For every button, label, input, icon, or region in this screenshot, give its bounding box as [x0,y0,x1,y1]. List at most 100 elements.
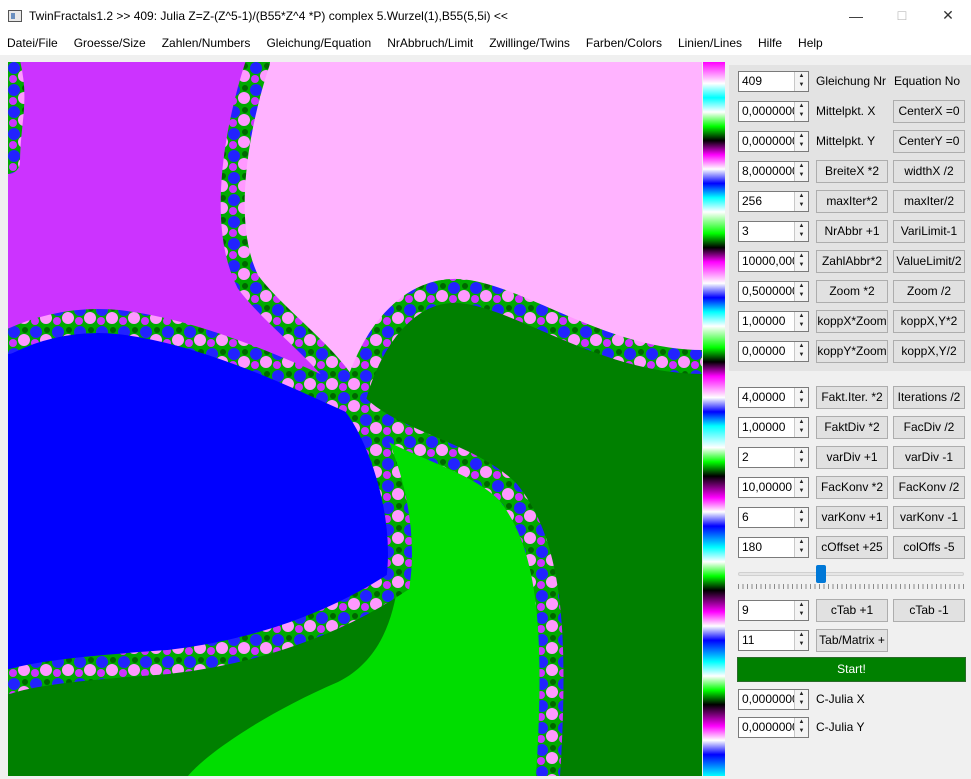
spin-arrows[interactable]: ▲ ▼ [794,631,808,650]
param-button-right-4[interactable]: maxIter/2 [893,190,965,213]
spin-down-icon[interactable]: ▼ [795,351,808,360]
menu-groesse-size[interactable]: Groesse/Size [66,36,154,50]
minimize-button[interactable]: — [833,0,879,31]
spin-down-icon[interactable]: ▼ [795,141,808,150]
matrix-spin[interactable]: 11 ▲ ▼ [738,630,809,651]
spin-arrows[interactable]: ▲ ▼ [794,252,808,271]
menu-hilfe[interactable]: Hilfe [750,36,790,50]
spin-arrows[interactable]: ▲ ▼ [794,192,808,211]
spin-arrows[interactable]: ▲ ▼ [794,388,808,407]
spin-up-icon[interactable]: ▲ [795,342,808,351]
factor-button-right-0[interactable]: Iterations /2 [893,386,965,409]
factor-button-right-5[interactable]: colOffs -5 [893,536,965,559]
ctab-spin[interactable]: 9 ▲ ▼ [738,600,809,621]
spin-down-icon[interactable]: ▼ [795,699,808,708]
spin-down-icon[interactable]: ▼ [795,610,808,619]
factor-button-left-4[interactable]: varKonv +1 [816,506,888,529]
spin-up-icon[interactable]: ▲ [795,718,808,727]
spin-down-icon[interactable]: ▼ [795,427,808,436]
spin-down-icon[interactable]: ▼ [795,397,808,406]
factor-button-left-2[interactable]: varDiv +1 [816,446,888,469]
spin-up-icon[interactable]: ▲ [795,538,808,547]
param-button-left-8[interactable]: koppX*Zoom [816,310,888,333]
spin-arrows[interactable]: ▲ ▼ [794,538,808,557]
param-button-left-5[interactable]: NrAbbr +1 [816,220,888,243]
spin-up-icon[interactable]: ▲ [795,312,808,321]
factor-button-left-5[interactable]: cOffset +25 [816,536,888,559]
param-spin-6[interactable]: 10000,000 ▲ ▼ [738,251,809,272]
param-button-right-7[interactable]: Zoom /2 [893,280,965,303]
param-button-right-5[interactable]: VariLimit-1 [893,220,965,243]
spin-up-icon[interactable]: ▲ [795,418,808,427]
factor-button-left-3[interactable]: FacKonv *2 [816,476,888,499]
param-button-right-6[interactable]: ValueLimit/2 [893,250,965,273]
spin-up-icon[interactable]: ▲ [795,162,808,171]
fractal-canvas[interactable] [8,62,702,776]
factor-spin-0[interactable]: 4,00000 ▲ ▼ [738,387,809,408]
param-button-right-3[interactable]: widthX /2 [893,160,965,183]
spin-up-icon[interactable]: ▲ [795,388,808,397]
param-button-left-6[interactable]: ZahlAbbr*2 [816,250,888,273]
spin-down-icon[interactable]: ▼ [795,321,808,330]
spin-arrows[interactable]: ▲ ▼ [794,601,808,620]
spin-arrows[interactable]: ▲ ▼ [794,508,808,527]
maximize-button[interactable]: ☐ [879,0,925,31]
spin-arrows[interactable]: ▲ ▼ [794,718,808,737]
menu-gleichung-equation[interactable]: Gleichung/Equation [258,36,379,50]
factor-spin-2[interactable]: 2 ▲ ▼ [738,447,809,468]
param-spin-4[interactable]: 256 ▲ ▼ [738,191,809,212]
spin-down-icon[interactable]: ▼ [795,487,808,496]
param-spin-5[interactable]: 3 ▲ ▼ [738,221,809,242]
menu-farben-colors[interactable]: Farben/Colors [578,36,670,50]
spin-up-icon[interactable]: ▲ [795,102,808,111]
spin-down-icon[interactable]: ▼ [795,201,808,210]
spin-arrows[interactable]: ▲ ▼ [794,132,808,151]
param-spin-7[interactable]: 0,5000000 ▲ ▼ [738,281,809,302]
factor-button-right-4[interactable]: varKonv -1 [893,506,965,529]
menu-nrabbruch-limit[interactable]: NrAbbruch/Limit [379,36,481,50]
spin-arrows[interactable]: ▲ ▼ [794,418,808,437]
param-button-left-3[interactable]: BreiteX *2 [816,160,888,183]
spin-up-icon[interactable]: ▲ [795,222,808,231]
param-spin-9[interactable]: 0,00000 ▲ ▼ [738,341,809,362]
param-spin-0[interactable]: 409 ▲ ▼ [738,71,809,92]
spin-arrows[interactable]: ▲ ▼ [794,162,808,181]
param-button-right-2[interactable]: CenterY =0 [893,130,965,153]
spin-down-icon[interactable]: ▼ [795,727,808,736]
slider-thumb[interactable] [816,565,826,583]
factor-spin-1[interactable]: 1,00000 ▲ ▼ [738,417,809,438]
param-spin-1[interactable]: 0,0000000 ▲ ▼ [738,101,809,122]
spin-down-icon[interactable]: ▼ [795,547,808,556]
param-button-right-8[interactable]: koppX,Y*2 [893,310,965,333]
spin-arrows[interactable]: ▲ ▼ [794,72,808,91]
spin-arrows[interactable]: ▲ ▼ [794,222,808,241]
spin-up-icon[interactable]: ▲ [795,252,808,261]
param-spin-8[interactable]: 1,00000 ▲ ▼ [738,311,809,332]
factor-button-left-1[interactable]: FaktDiv *2 [816,416,888,439]
spin-up-icon[interactable]: ▲ [795,508,808,517]
spin-up-icon[interactable]: ▲ [795,478,808,487]
spin-arrows[interactable]: ▲ ▼ [794,478,808,497]
spin-down-icon[interactable]: ▼ [795,111,808,120]
param-spin-2[interactable]: 0,0000000 ▲ ▼ [738,131,809,152]
spin-up-icon[interactable]: ▲ [795,282,808,291]
spin-arrows[interactable]: ▲ ▼ [794,448,808,467]
menu-zwillinge-twins[interactable]: Zwillinge/Twins [481,36,578,50]
spin-arrows[interactable]: ▲ ▼ [794,342,808,361]
spin-up-icon[interactable]: ▲ [795,448,808,457]
factor-spin-5[interactable]: 180 ▲ ▼ [738,537,809,558]
spin-down-icon[interactable]: ▼ [795,81,808,90]
factor-spin-4[interactable]: 6 ▲ ▼ [738,507,809,528]
spin-arrows[interactable]: ▲ ▼ [794,312,808,331]
spin-down-icon[interactable]: ▼ [795,171,808,180]
spin-down-icon[interactable]: ▼ [795,291,808,300]
spin-arrows[interactable]: ▲ ▼ [794,102,808,121]
factor-button-right-2[interactable]: varDiv -1 [893,446,965,469]
ctab-minus-button[interactable]: cTab -1 [893,599,965,622]
spin-down-icon[interactable]: ▼ [795,457,808,466]
param-button-right-1[interactable]: CenterX =0 [893,100,965,123]
param-button-left-9[interactable]: koppY*Zoom [816,340,888,363]
spin-down-icon[interactable]: ▼ [795,231,808,240]
spin-up-icon[interactable]: ▲ [795,690,808,699]
spin-up-icon[interactable]: ▲ [795,631,808,640]
